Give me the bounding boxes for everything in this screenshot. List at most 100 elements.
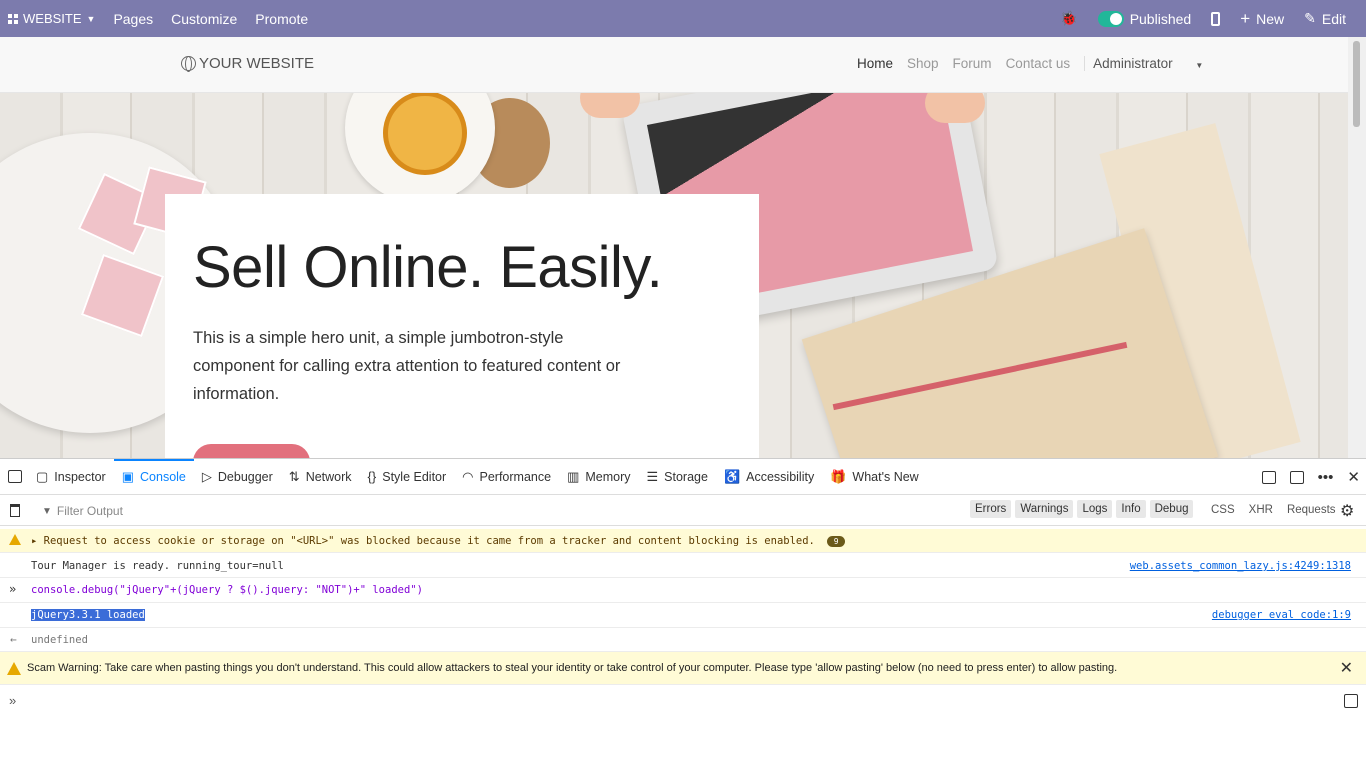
tab-label: Debugger: [217, 469, 273, 484]
tab-network[interactable]: ⇅ Network: [281, 459, 360, 495]
command-prompt-icon: »: [9, 582, 17, 596]
request-filters: CSS XHR Requests: [1211, 504, 1350, 516]
filter-logs[interactable]: Logs: [1077, 500, 1113, 518]
console-input[interactable]: »: [0, 687, 1366, 717]
style-editor-icon: {}: [367, 469, 377, 484]
performance-icon: ◠: [462, 468, 474, 484]
site-header: YOUR WEBSITE Home Shop Forum Contact us …: [0, 37, 1348, 93]
log-text: Tour Manager is ready. running_tour=null: [31, 560, 284, 572]
filter-info[interactable]: Info: [1116, 500, 1146, 518]
result-text[interactable]: jQuery3.3.1 loaded: [31, 609, 145, 621]
inspector-icon: ▢: [36, 468, 49, 484]
warning-text-wrap: ▸ Request to access cookie or storage on…: [31, 535, 846, 547]
element-picker-icon: [8, 470, 22, 483]
gift-icon: 🎁: [830, 468, 847, 484]
hero-section: Sell Online. Easily. This is a simple he…: [0, 93, 1348, 458]
console-icon: ▣: [121, 468, 135, 484]
settings-gear-icon[interactable]: ⚙: [1340, 501, 1354, 521]
tab-performance[interactable]: ◠ Performance: [454, 459, 559, 495]
plus-icon: +: [1240, 8, 1251, 28]
nav-shop[interactable]: Shop: [907, 56, 939, 71]
new-label: New: [1256, 10, 1285, 27]
tab-label: Inspector: [54, 469, 106, 484]
caret-down-icon: ▼: [86, 13, 96, 24]
scam-warning-text: Scam Warning: Take care when pasting thi…: [27, 662, 1118, 674]
element-picker-button[interactable]: [0, 459, 28, 495]
tab-label: What's New: [852, 469, 919, 484]
tab-console[interactable]: ▣ Console: [113, 458, 195, 495]
mobile-preview-button[interactable]: [1211, 11, 1221, 26]
website-menu-button[interactable]: WEBSITE ▼: [8, 11, 95, 26]
filter-warnings[interactable]: Warnings: [1015, 500, 1074, 518]
storage-icon: ☰: [646, 468, 659, 484]
hero-description: This is a simple hero unit, a simple jum…: [193, 329, 621, 403]
log-source-link[interactable]: web.assets_common_lazy.js:4249:1318: [1130, 560, 1351, 572]
caret-down-icon: ▼: [1195, 61, 1204, 70]
return-arrow-icon: ←: [10, 633, 17, 646]
logo-text: YOUR WEBSITE: [199, 55, 315, 72]
filter-placeholder: Filter Output: [56, 504, 123, 518]
pencil-icon: ✎: [1304, 10, 1316, 26]
devtools-tabbar: ▢ Inspector ▣ Console ▷ Debugger ⇅ Netwo…: [0, 458, 1366, 495]
new-button[interactable]: + New: [1240, 9, 1284, 29]
close-icon[interactable]: ✕: [1347, 468, 1360, 486]
filter-icon: ▼: [42, 505, 52, 517]
hero-bg-tea: [345, 93, 495, 203]
tab-label: Storage: [664, 469, 708, 484]
tab-storage[interactable]: ☰ Storage: [639, 459, 716, 495]
tab-label: Console: [140, 469, 186, 484]
result-source-link[interactable]: debugger eval code:1:9: [1212, 609, 1351, 621]
close-icon[interactable]: ✕: [1340, 658, 1353, 678]
dock-side-icon[interactable]: [1261, 470, 1276, 484]
return-value-text: undefined: [31, 634, 88, 646]
tab-label: Style Editor: [382, 469, 447, 484]
edit-label: Edit: [1321, 10, 1346, 27]
scrollbar-thumb[interactable]: [1353, 41, 1360, 127]
network-icon: ⇅: [288, 468, 300, 484]
clear-console-icon[interactable]: [10, 504, 20, 517]
tab-debugger[interactable]: ▷ Debugger: [194, 459, 281, 495]
published-toggle[interactable]: Published: [1097, 10, 1191, 27]
menu-pages[interactable]: Pages: [113, 11, 153, 27]
filter-requests[interactable]: Requests: [1287, 504, 1336, 516]
warning-icon: [7, 662, 21, 675]
site-nav: Home Shop Forum Contact us Administrator…: [857, 56, 1231, 71]
nav-contact[interactable]: Contact us: [1006, 56, 1071, 71]
tab-inspector[interactable]: ▢ Inspector: [28, 459, 114, 495]
filter-debug[interactable]: Debug: [1149, 500, 1194, 518]
tab-whats-new[interactable]: 🎁 What's New: [822, 459, 926, 495]
hero-bg-hand: [580, 93, 640, 118]
hero-bg-hand: [925, 93, 985, 123]
tab-accessibility[interactable]: ♿ Accessibility: [716, 459, 822, 495]
site-logo[interactable]: YOUR WEBSITE: [181, 55, 314, 72]
edit-button[interactable]: ✎ Edit: [1304, 10, 1346, 27]
page-scrollbar[interactable]: [1348, 37, 1366, 458]
filter-css[interactable]: CSS: [1211, 504, 1235, 516]
toggle-icon: [1097, 10, 1124, 27]
more-options-icon[interactable]: •••: [1318, 469, 1334, 486]
editor-mode-icon[interactable]: [1344, 694, 1358, 708]
console-return-row: ← undefined: [0, 628, 1366, 652]
menu-promote[interactable]: Promote: [255, 11, 308, 27]
devtools-panel: ▢ Inspector ▣ Console ▷ Debugger ⇅ Netwo…: [0, 458, 1366, 768]
bug-icon[interactable]: 🐞: [1060, 10, 1077, 27]
nav-forum[interactable]: Forum: [953, 56, 992, 71]
tab-style-editor[interactable]: {} Style Editor: [360, 459, 455, 495]
filter-errors[interactable]: Errors: [970, 500, 1012, 518]
separate-window-icon[interactable]: [1289, 470, 1304, 484]
nav-home[interactable]: Home: [857, 56, 893, 71]
console-warning-message: ▸ Request to access cookie or storage on…: [0, 529, 1366, 553]
expand-arrow-icon[interactable]: ▸: [31, 535, 37, 547]
hero-button[interactable]: [193, 444, 310, 458]
tab-memory[interactable]: ▥ Memory: [559, 459, 638, 495]
warning-text: Request to access cookie or storage on "…: [43, 535, 815, 547]
filter-output-input[interactable]: ▼ Filter Output: [42, 504, 123, 518]
menu-customize[interactable]: Customize: [171, 11, 237, 27]
globe-icon: [181, 56, 196, 72]
user-menu[interactable]: Administrator ▼: [1084, 56, 1217, 71]
warning-icon: [9, 534, 21, 545]
debugger-icon: ▷: [201, 468, 212, 484]
memory-icon: ▥: [567, 468, 580, 484]
tab-label: Accessibility: [746, 469, 815, 484]
filter-xhr[interactable]: XHR: [1249, 504, 1273, 516]
